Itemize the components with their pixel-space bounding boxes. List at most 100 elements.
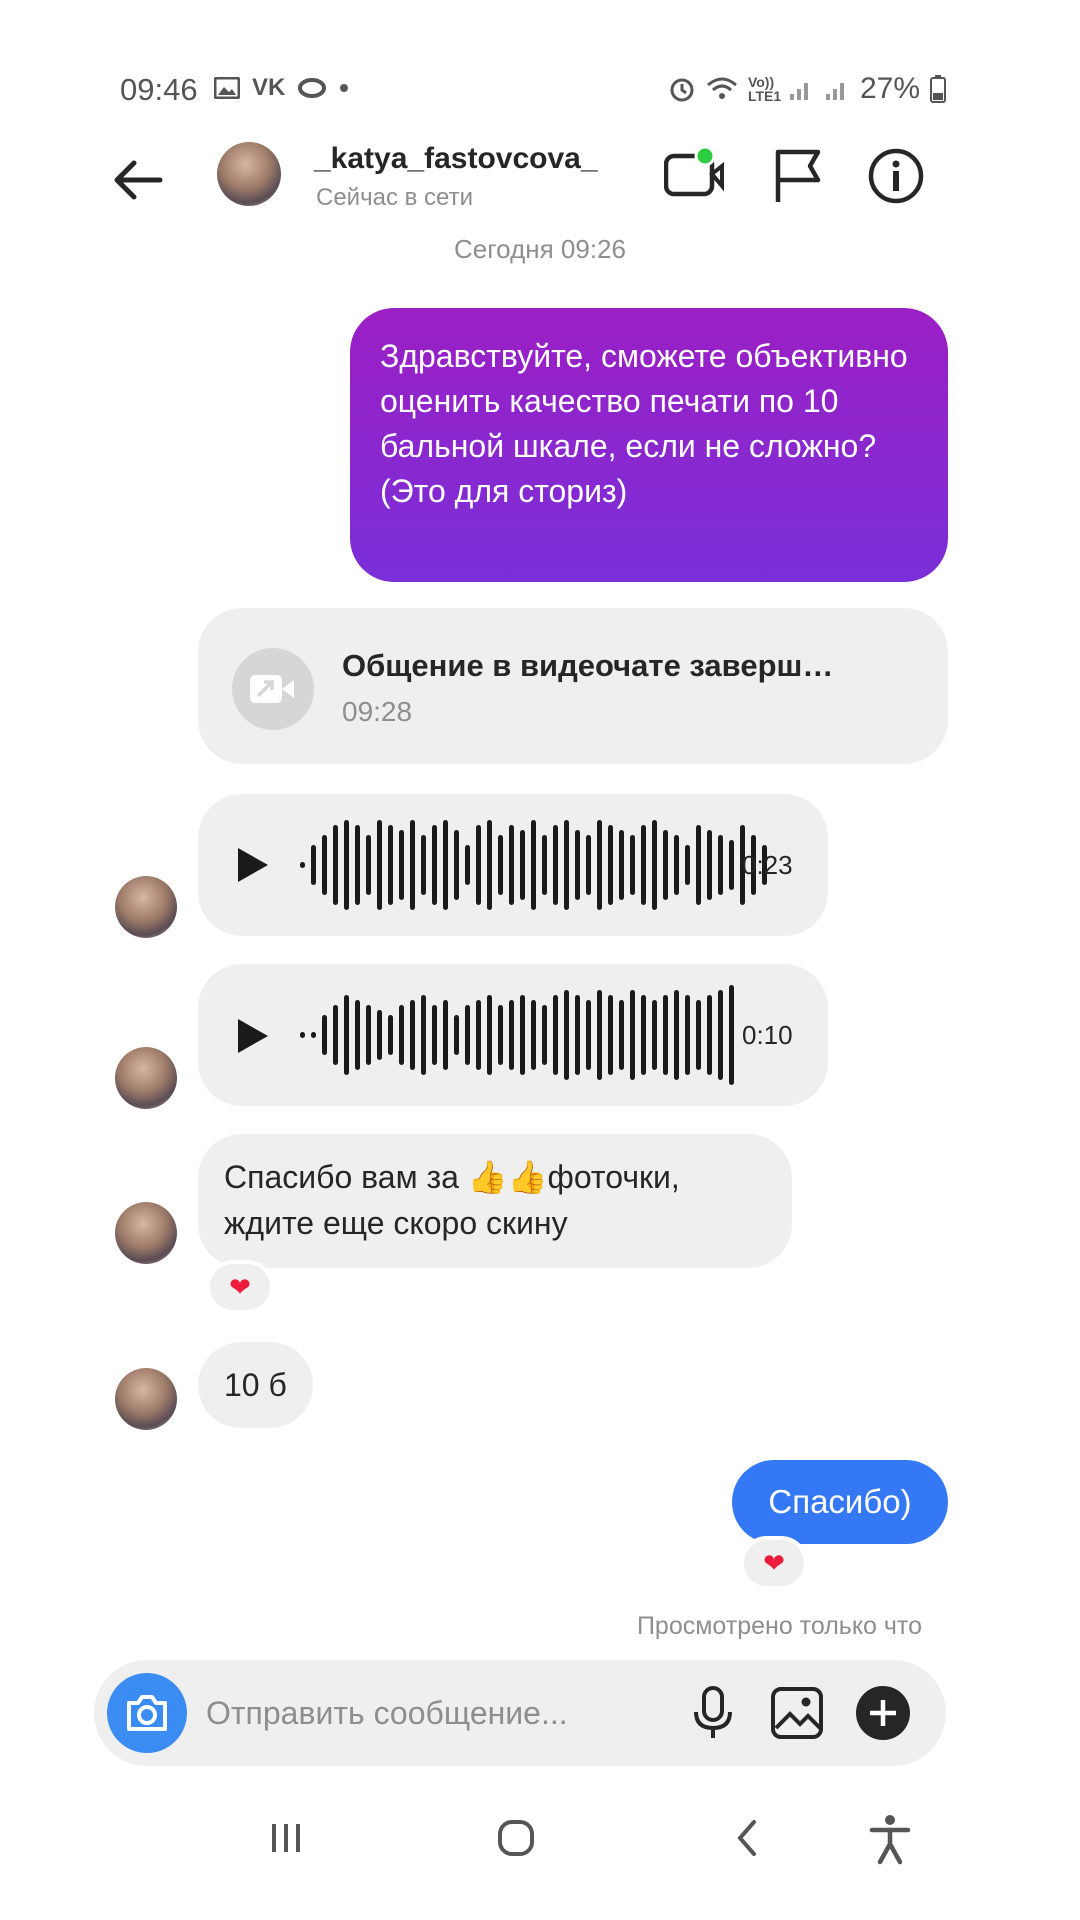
waveform-bar <box>531 1000 536 1070</box>
voice-duration: 0:10 <box>742 1020 793 1050</box>
home-icon[interactable] <box>488 1810 544 1866</box>
waveform-bar <box>399 830 404 900</box>
sender-avatar[interactable] <box>115 1368 177 1430</box>
waveform-bar <box>300 1032 305 1038</box>
heart-reaction[interactable]: ❤ <box>740 1536 808 1590</box>
waveform-bar <box>542 1005 547 1065</box>
waveform-bar <box>564 990 569 1080</box>
waveform-bar <box>344 995 349 1075</box>
play-icon[interactable] <box>232 845 272 885</box>
plus-icon[interactable] <box>854 1684 912 1742</box>
waveform-bar <box>421 995 426 1075</box>
gallery-icon[interactable] <box>768 1684 826 1742</box>
waveform-bar <box>476 1000 481 1070</box>
waveform-bar <box>465 1005 470 1065</box>
waveform-bar <box>696 1000 701 1070</box>
status-right-icons: Vo)) LTE1 27% <box>668 72 946 106</box>
voice-waveform[interactable] <box>300 815 767 915</box>
waveform-bar <box>575 830 580 900</box>
waveform-bar <box>333 825 338 905</box>
flag-icon[interactable] <box>770 146 830 206</box>
accessibility-icon[interactable] <box>862 1810 918 1866</box>
sender-avatar[interactable] <box>115 1047 177 1109</box>
alarm-icon <box>670 78 694 102</box>
signal-icon <box>789 83 808 100</box>
waveform-bar <box>322 1015 327 1055</box>
voice-duration: 0:23 <box>742 850 793 880</box>
waveform-bar <box>718 835 723 895</box>
heart-reaction[interactable]: ❤ <box>206 1260 274 1314</box>
waveform-bar <box>509 825 514 905</box>
message-input[interactable] <box>206 1685 646 1741</box>
camera-button[interactable] <box>107 1673 187 1753</box>
waveform-bar <box>542 835 547 895</box>
waveform-bar <box>498 1005 503 1065</box>
camera-icon <box>127 1695 167 1731</box>
waveform-bar <box>300 862 305 868</box>
waveform-bar <box>344 820 349 910</box>
waveform-bar <box>685 845 690 885</box>
incoming-message-bubble[interactable]: Спасибо вам за 👍👍фоточки, ждите еще скор… <box>198 1134 792 1268</box>
outgoing-message-bubble[interactable]: Здравствуйте, сможете объективно оценить… <box>350 308 948 582</box>
waveform-bar <box>586 835 591 895</box>
waveform-bar <box>619 830 624 900</box>
waveform-bar <box>707 830 712 900</box>
waveform-bar <box>487 995 492 1075</box>
gallery-icon <box>214 77 240 99</box>
waveform-bar <box>520 830 525 900</box>
voice-waveform[interactable] <box>300 985 734 1085</box>
contact-username[interactable]: _katya_fastovcova_ <box>314 142 598 176</box>
waveform-bar <box>608 825 613 905</box>
video-chat-time: 09:28 <box>342 696 413 727</box>
sender-avatar[interactable] <box>115 876 177 938</box>
waveform-bar <box>377 1010 382 1060</box>
status-left-icons: VK <box>214 74 349 102</box>
outgoing-message-bubble[interactable]: Спасибо) <box>732 1460 948 1544</box>
status-time: 09:46 <box>120 72 198 107</box>
sender-avatar[interactable] <box>115 1202 177 1264</box>
waveform-bar <box>608 995 613 1075</box>
waveform-bar <box>531 820 536 910</box>
video-call-icon[interactable] <box>664 146 724 206</box>
back-arrow-icon[interactable] <box>108 150 168 210</box>
waveform-bar <box>443 1000 448 1070</box>
waveform-bar <box>454 830 459 900</box>
microphone-icon[interactable] <box>684 1684 742 1742</box>
recent-apps-icon[interactable] <box>258 1810 314 1866</box>
waveform-bar <box>586 1000 591 1070</box>
waveform-bar <box>729 840 734 890</box>
waveform-bar <box>465 845 470 885</box>
waveform-bar <box>410 1000 415 1070</box>
waveform-bar <box>729 985 734 1085</box>
contact-avatar[interactable] <box>217 142 281 206</box>
play-icon[interactable] <box>232 1016 272 1056</box>
incoming-message-bubble[interactable]: 10 б <box>198 1342 313 1428</box>
waveform-bar <box>432 825 437 905</box>
video-chat-title: Общение в видеочате заверш… <box>342 648 834 683</box>
waveform-bar <box>553 995 558 1075</box>
waveform-bar <box>410 820 415 910</box>
waveform-bar <box>487 820 492 910</box>
waveform-bar <box>652 820 657 910</box>
waveform-bar <box>685 995 690 1075</box>
waveform-bar <box>630 990 635 1080</box>
info-icon[interactable] <box>866 146 926 206</box>
waveform-bar <box>619 1000 624 1070</box>
status-bar: 09:46 VK Vo)) LTE1 27% <box>0 0 1080 107</box>
waveform-bar <box>498 835 503 895</box>
waveform-bar <box>575 995 580 1075</box>
waveform-bar <box>564 820 569 910</box>
waveform-bar <box>421 835 426 895</box>
waveform-bar <box>388 825 393 905</box>
waveform-bar <box>399 1005 404 1065</box>
waveform-bar <box>641 995 646 1075</box>
waveform-bar <box>663 995 668 1075</box>
waveform-bar <box>597 990 602 1080</box>
waveform-bar <box>652 1000 657 1070</box>
date-stamp: Сегодня 09:26 <box>454 234 626 264</box>
back-icon[interactable] <box>720 1810 776 1866</box>
waveform-bar <box>311 845 316 885</box>
waveform-bar <box>443 820 448 910</box>
waveform-bar <box>355 1000 360 1070</box>
dot-icon <box>340 84 349 92</box>
